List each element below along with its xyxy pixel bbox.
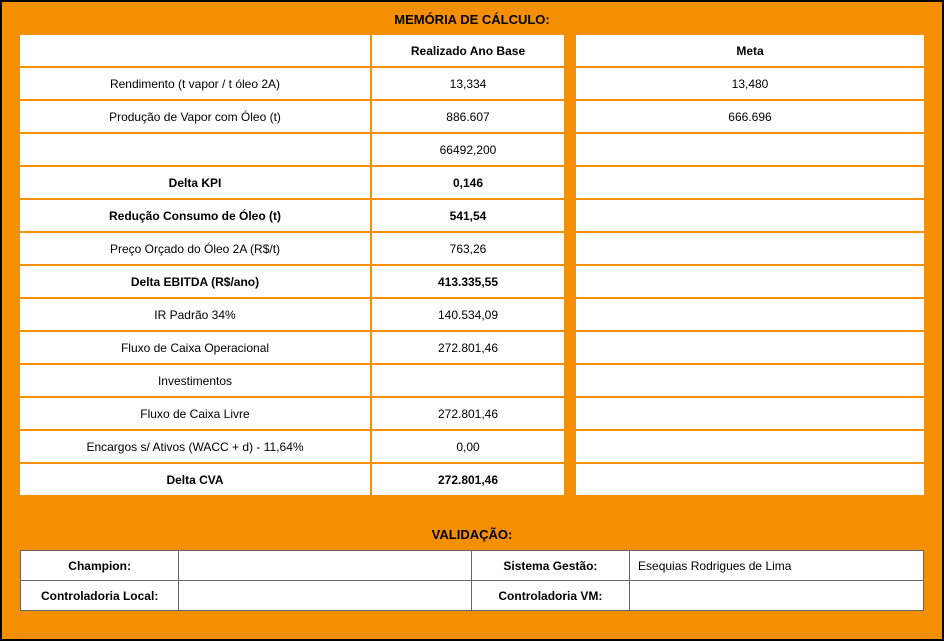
row-realizado: 13,334 [372,68,564,99]
table-row [576,134,924,165]
contr-vm-value [630,581,924,611]
row-realizado: 413.335,55 [372,266,564,297]
table-row: Redução Consumo de Óleo (t)541,54 [20,200,564,231]
row-meta [576,266,924,297]
table-row: 13,480 [576,68,924,99]
row-meta [576,398,924,429]
table-row: Preço Orçado do Óleo 2A (R$/t)763,26 [20,233,564,264]
table-row: 666.696 [576,101,924,132]
row-meta [576,299,924,330]
row-realizado: 886.607 [372,101,564,132]
table-row: Investimentos [20,365,564,396]
row-label: Produção de Vapor com Óleo (t) [20,101,370,132]
header-realizado: Realizado Ano Base [372,35,564,66]
sistema-label: Sistema Gestão: [471,551,629,581]
row-label [20,134,370,165]
validation-row-2: Controladoria Local: Controladoria VM: [21,581,924,611]
row-label: Delta EBITDA (R$/ano) [20,266,370,297]
header-meta: Meta [576,35,924,66]
page: MEMÓRIA DE CÁLCULO: Realizado Ano Base R… [0,0,944,641]
contr-vm-label: Controladoria VM: [471,581,629,611]
row-meta [576,332,924,363]
calc-header-meta-row: Meta [576,35,924,66]
row-realizado: 0,00 [372,431,564,462]
champion-value [179,551,471,581]
table-row: IR Padrão 34%140.534,09 [20,299,564,330]
row-label: Delta CVA [20,464,370,495]
row-label: Fluxo de Caixa Operacional [20,332,370,363]
row-realizado: 272.801,46 [372,464,564,495]
calc-left-block: Realizado Ano Base Rendimento (t vapor /… [20,35,564,495]
row-meta [576,431,924,462]
row-meta: 13,480 [576,68,924,99]
row-label: Encargos s/ Ativos (WACC + d) - 11,64% [20,431,370,462]
row-label: Delta KPI [20,167,370,198]
table-row [576,431,924,462]
row-label: Rendimento (t vapor / t óleo 2A) [20,68,370,99]
sistema-value: Esequias Rodrigues de Lima [630,551,924,581]
validation-table: Champion: Sistema Gestão: Esequias Rodri… [20,550,924,611]
validation-row-1: Champion: Sistema Gestão: Esequias Rodri… [21,551,924,581]
row-label: Investimentos [20,365,370,396]
table-row: Encargos s/ Ativos (WACC + d) - 11,64%0,… [20,431,564,462]
row-realizado: 763,26 [372,233,564,264]
table-row: Delta CVA272.801,46 [20,464,564,495]
table-row [576,398,924,429]
table-row: Fluxo de Caixa Livre272.801,46 [20,398,564,429]
calc-header-row: Realizado Ano Base [20,35,564,66]
table-row: Produção de Vapor com Óleo (t)886.607 [20,101,564,132]
calc-right-block: Meta 13,480666.696 [576,35,924,495]
table-row: Delta EBITDA (R$/ano)413.335,55 [20,266,564,297]
row-realizado: 66492,200 [372,134,564,165]
table-row: Rendimento (t vapor / t óleo 2A)13,334 [20,68,564,99]
table-row [576,167,924,198]
table-row: 66492,200 [20,134,564,165]
calc-table: Realizado Ano Base Rendimento (t vapor /… [2,35,942,495]
row-realizado: 0,146 [372,167,564,198]
validation-section: VALIDAÇÃO: Champion: Sistema Gestão: Ese… [2,521,942,611]
row-realizado [372,365,564,396]
row-meta [576,167,924,198]
row-realizado: 272.801,46 [372,332,564,363]
header-label [20,35,370,66]
row-label: Fluxo de Caixa Livre [20,398,370,429]
table-row [576,233,924,264]
contr-local-value [179,581,471,611]
row-label: Preço Orçado do Óleo 2A (R$/t) [20,233,370,264]
table-row [576,266,924,297]
row-realizado: 140.534,09 [372,299,564,330]
table-row: Delta KPI0,146 [20,167,564,198]
table-row [576,332,924,363]
row-meta: 666.696 [576,101,924,132]
table-row: Fluxo de Caixa Operacional272.801,46 [20,332,564,363]
row-realizado: 272.801,46 [372,398,564,429]
table-row [576,365,924,396]
champion-label: Champion: [21,551,179,581]
table-row [576,299,924,330]
row-meta [576,134,924,165]
row-meta [576,365,924,396]
validation-title: VALIDAÇÃO: [2,521,942,550]
row-realizado: 541,54 [372,200,564,231]
calc-section-title: MEMÓRIA DE CÁLCULO: [2,2,942,35]
row-label: IR Padrão 34% [20,299,370,330]
contr-local-label: Controladoria Local: [21,581,179,611]
row-meta [576,200,924,231]
table-row [576,200,924,231]
row-meta [576,233,924,264]
table-row [576,464,924,495]
row-label: Redução Consumo de Óleo (t) [20,200,370,231]
row-meta [576,464,924,495]
